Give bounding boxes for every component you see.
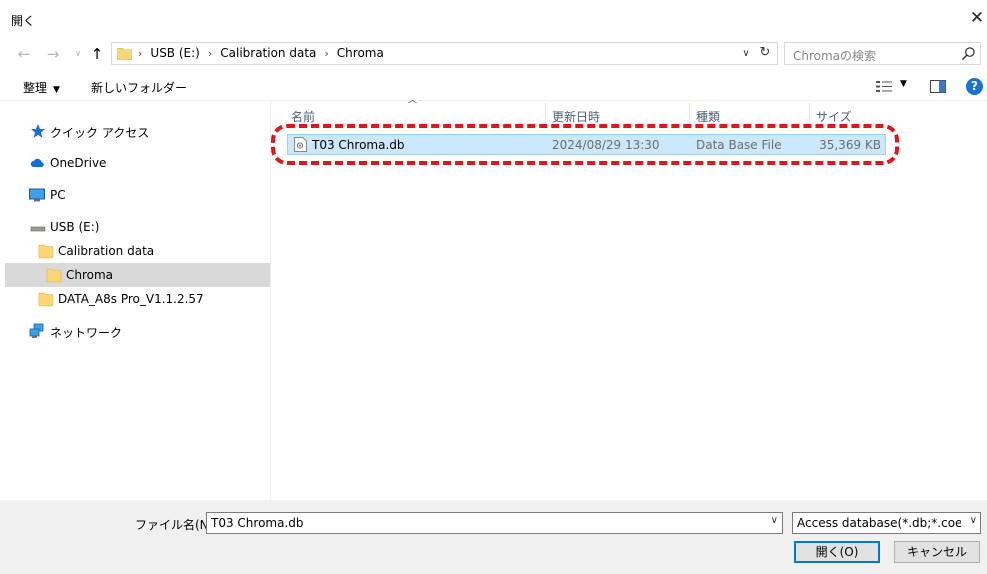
- column-header-type[interactable]: 種類: [696, 108, 720, 125]
- folder-icon: [38, 292, 54, 307]
- nav-item-quick-access[interactable]: クイック アクセス: [5, 119, 270, 143]
- highlight-annotation: [271, 124, 899, 165]
- organize-button[interactable]: 整理 ▼: [23, 79, 60, 96]
- back-arrow-icon[interactable]: ←: [15, 45, 33, 63]
- chevron-down-icon[interactable]: ∨: [739, 45, 753, 61]
- nav-label: OneDrive: [50, 156, 107, 170]
- nav-label: クイック アクセス: [50, 126, 150, 140]
- nav-item-chroma[interactable]: Chroma: [5, 263, 270, 287]
- column-divider[interactable]: [545, 103, 546, 125]
- breadcrumb: › USB (E:) › Calibration data › Chroma: [138, 46, 384, 60]
- preview-pane-icon[interactable]: [930, 80, 946, 93]
- drive-icon: [30, 226, 46, 232]
- nav-item-network[interactable]: ネットワーク: [5, 319, 270, 343]
- nav-label: DATA_A8s Pro_V1.1.2.57: [58, 292, 204, 306]
- folder-icon: [117, 48, 132, 60]
- nav-label: PC: [50, 188, 66, 202]
- chevron-down-icon: ∨: [967, 515, 977, 526]
- nav-item-onedrive[interactable]: OneDrive: [5, 151, 270, 175]
- column-header-size[interactable]: サイズ: [816, 108, 852, 125]
- chevron-right-icon: ›: [324, 46, 329, 60]
- nav-label: Chroma: [66, 268, 114, 282]
- view-options-icon[interactable]: [876, 80, 892, 93]
- monitor-icon: [29, 188, 45, 202]
- nav-label: USB (E:): [50, 220, 100, 234]
- search-placeholder: Chromaの検索: [793, 49, 877, 63]
- column-header-name[interactable]: 名前: [291, 108, 315, 125]
- chevron-right-icon: ›: [138, 46, 143, 60]
- nav-item-calibration-data[interactable]: Calibration data: [5, 239, 270, 263]
- recent-locations-chevron-icon[interactable]: ∨: [69, 45, 87, 63]
- cancel-button[interactable]: キャンセル: [894, 541, 980, 563]
- network-icon: [29, 323, 44, 338]
- open-button[interactable]: 開く(O): [794, 541, 880, 563]
- folder-icon: [38, 244, 54, 259]
- organize-label: 整理: [23, 81, 48, 95]
- address-field[interactable]: › USB (E:) › Calibration data › Chroma ∨…: [111, 42, 778, 65]
- new-folder-button[interactable]: 新しいフォルダー: [91, 79, 187, 96]
- nav-label: Calibration data: [58, 244, 155, 258]
- filetype-select[interactable]: Access database(*.db;*.coef;*.sc ∨: [792, 512, 981, 534]
- navigation-pane: クイック アクセス OneDrive PC USB (E:) Calibrati…: [5, 101, 271, 500]
- command-bar: 整理 ▼ 新しいフォルダー ▼ ?: [0, 72, 987, 101]
- column-divider[interactable]: [689, 103, 690, 125]
- filename-value: T03 Chroma.db: [211, 516, 304, 530]
- window-title: 開く: [11, 14, 36, 28]
- column-header-date[interactable]: 更新日時: [552, 108, 600, 125]
- caret-down-icon[interactable]: ▼: [900, 79, 907, 89]
- filename-input[interactable]: T03 Chroma.db ∨: [206, 512, 783, 534]
- cloud-icon: [30, 158, 44, 167]
- close-icon[interactable]: ✕: [969, 9, 985, 27]
- forward-arrow-icon[interactable]: →: [44, 45, 62, 63]
- up-arrow-icon[interactable]: ↑: [88, 45, 106, 63]
- star-icon: [31, 124, 45, 138]
- chevron-right-icon: ›: [207, 46, 213, 60]
- nav-label: ネットワーク: [50, 326, 123, 340]
- filetype-value: Access database(*.db;*.coef;*.sc: [797, 516, 961, 530]
- address-bar: ← → ∨ ↑ › USB (E:) › Calibration data › …: [0, 36, 987, 72]
- caret-down-icon: ▼: [53, 85, 60, 95]
- nav-item-usb-drive[interactable]: USB (E:): [5, 215, 270, 239]
- help-icon[interactable]: ?: [966, 78, 983, 95]
- breadcrumb-calibration-data[interactable]: Calibration data: [220, 46, 316, 60]
- refresh-icon[interactable]: ↻: [757, 45, 773, 61]
- dialog-footer: ファイル名(N): T03 Chroma.db ∨ Access databas…: [0, 500, 987, 574]
- folder-icon: [46, 268, 62, 283]
- breadcrumb-chroma[interactable]: Chroma: [337, 46, 384, 60]
- search-input[interactable]: Chromaの検索: [784, 42, 981, 65]
- chevron-down-icon[interactable]: ∨: [771, 515, 778, 526]
- file-list: ^ 名前 更新日時 種類 サイズ T03 Chroma.db 2024/08/2…: [271, 98, 987, 500]
- title-bar: 開く ✕: [0, 0, 987, 36]
- nav-item-data-a8s[interactable]: DATA_A8s Pro_V1.1.2.57: [5, 287, 270, 311]
- search-icon[interactable]: [961, 46, 976, 61]
- sort-ascending-icon: ^: [406, 98, 420, 111]
- breadcrumb-usb[interactable]: USB (E:): [150, 46, 199, 60]
- column-divider[interactable]: [809, 103, 810, 125]
- nav-item-pc[interactable]: PC: [5, 183, 270, 207]
